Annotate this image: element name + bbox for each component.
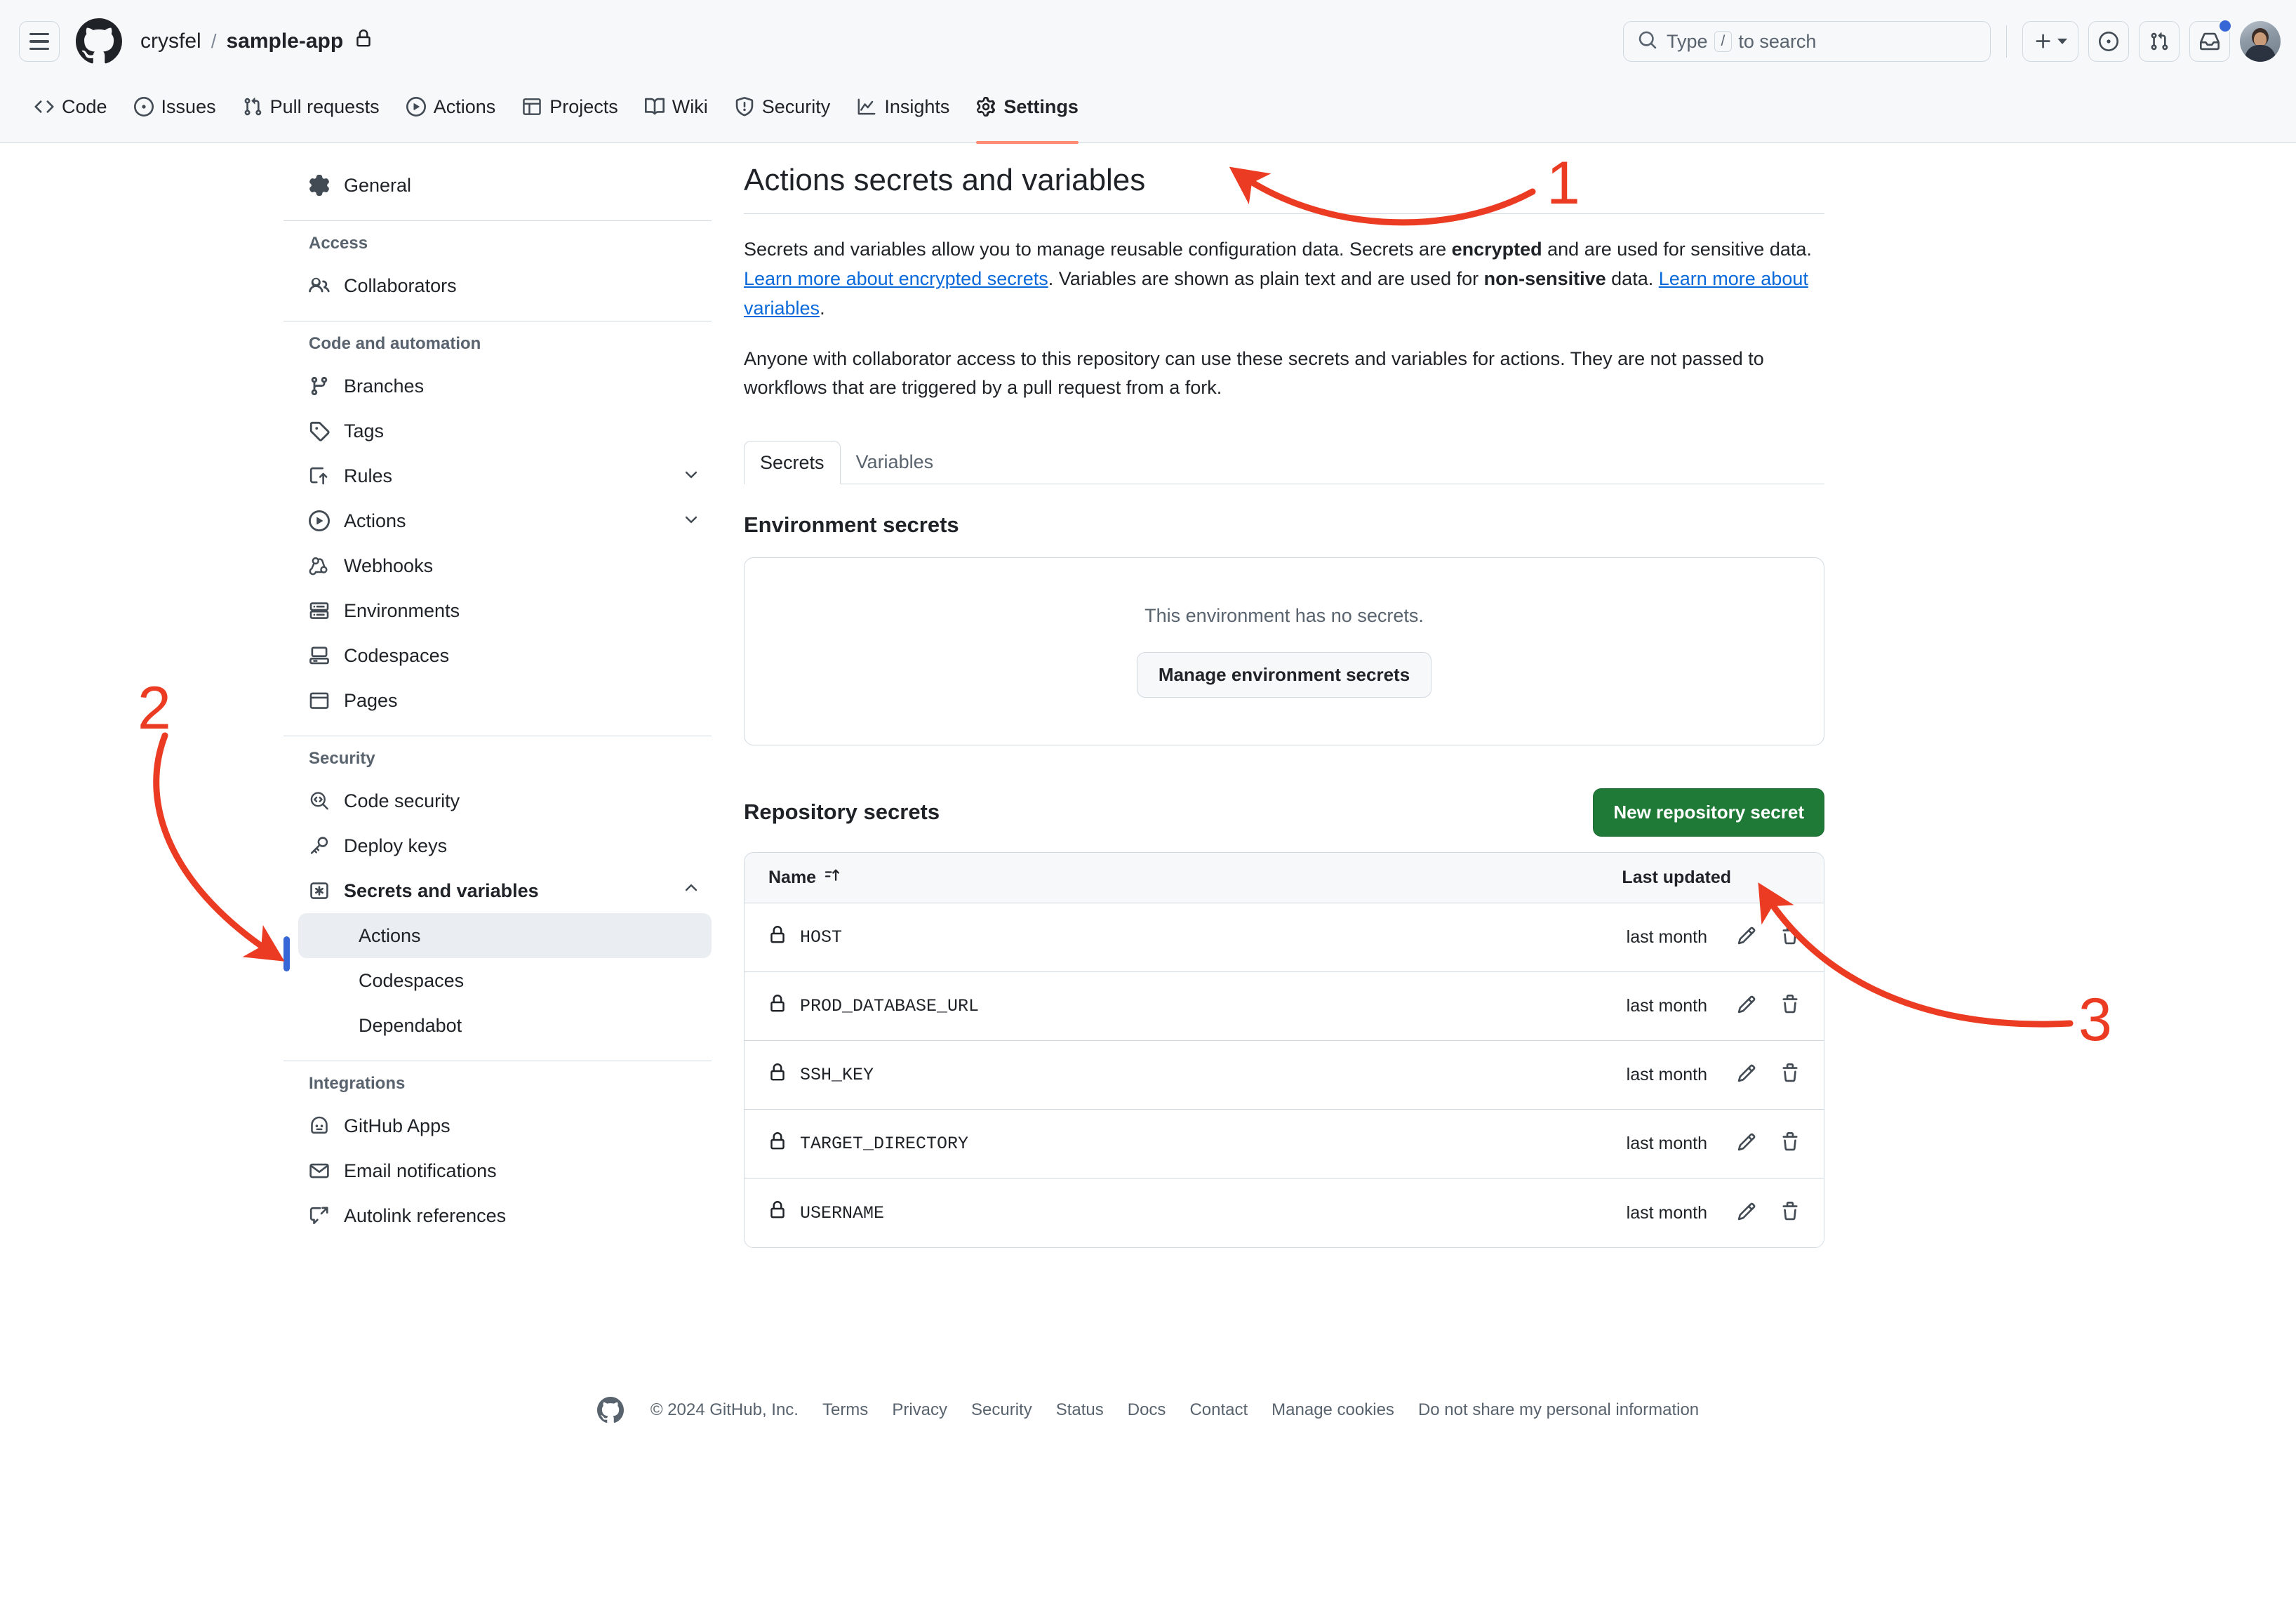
annotation-number-3: 3 [2078, 986, 2112, 1054]
annotation-arrow-2 [153, 732, 285, 962]
annotation-arrow-3 [1758, 882, 2074, 1028]
annotation-overlay [153, 166, 2074, 1028]
github-settings-page: crysfel / sample-app Type / to search Co… [0, 0, 2296, 1620]
annotation-number-2: 2 [138, 675, 171, 742]
annotation-number-1: 1 [1547, 150, 1580, 217]
annotation-arrow-1 [1229, 166, 1536, 226]
